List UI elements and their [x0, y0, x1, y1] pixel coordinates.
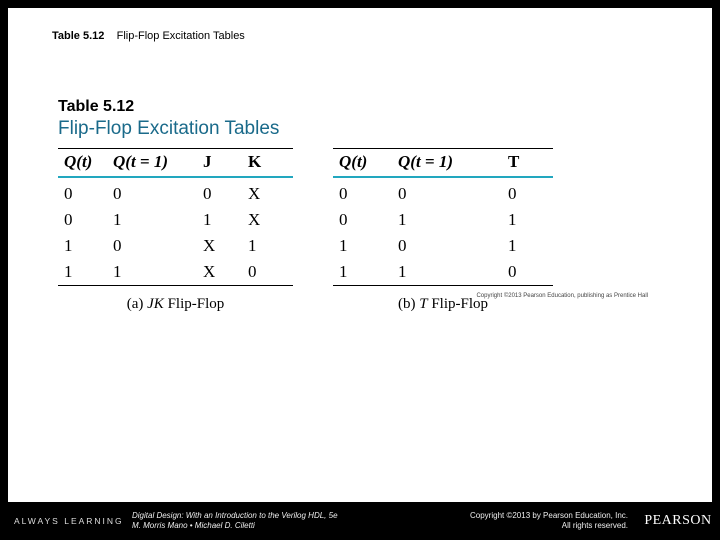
table-row: 0 0 0 X — [58, 177, 293, 207]
t-header-qt1: Q(t = 1) — [398, 149, 508, 178]
copyright-line1: Copyright ©2013 by Pearson Education, In… — [470, 511, 628, 521]
tables-row: Q(t) Q(t = 1) J K 0 0 0 X — [58, 148, 668, 313]
figure-copyright: Copyright ©2013 Pearson Education, publi… — [476, 293, 648, 299]
figure-area: Table 5.12 Flip-Flop Excitation Tables Q… — [58, 98, 668, 313]
table-title: Flip-Flop Excitation Tables — [117, 30, 245, 42]
pearson-logo-text: PEARSON — [644, 513, 711, 529]
jk-table: Q(t) Q(t = 1) J K 0 0 0 X — [58, 148, 293, 286]
t-table-wrap: Q(t) Q(t = 1) T 0 0 0 0 1 — [333, 148, 553, 313]
jk-subcaption: (a) JK Flip-Flop — [58, 296, 293, 313]
figure-header: Table 5.12 Flip-Flop Excitation Tables — [58, 98, 668, 140]
figure-number: Table 5.12 — [58, 98, 668, 116]
t-table: Q(t) Q(t = 1) T 0 0 0 0 1 — [333, 148, 553, 286]
copyright-block: Copyright ©2013 by Pearson Education, In… — [470, 511, 636, 531]
table-row: 0 1 1 — [333, 207, 553, 233]
copyright-line2: All rights reserved. — [470, 521, 628, 531]
book-title: Digital Design: With an Introduction to … — [132, 511, 470, 521]
table-row: 1 0 1 — [333, 233, 553, 259]
t-header-qt: Q(t) — [333, 149, 398, 178]
table-row: 0 1 1 X — [58, 207, 293, 233]
table-row: 1 1 0 — [333, 259, 553, 286]
table-row: 1 1 X 0 — [58, 259, 293, 286]
table-caption: Table 5.12 Flip-Flop Excitation Tables — [52, 30, 245, 42]
jk-header-k: K — [248, 149, 293, 178]
jk-header-qt1: Q(t = 1) — [113, 149, 203, 178]
jk-header-qt: Q(t) — [58, 149, 113, 178]
book-info: Digital Design: With an Introduction to … — [132, 511, 470, 531]
pearson-logo: PEARSON — [636, 513, 720, 529]
jk-header-j: J — [203, 149, 248, 178]
figure-title: Flip-Flop Excitation Tables — [58, 118, 668, 140]
jk-table-wrap: Q(t) Q(t = 1) J K 0 0 0 X — [58, 148, 293, 313]
book-authors: M. Morris Mano • Michael D. Ciletti — [132, 521, 470, 531]
table-number: Table 5.12 — [52, 30, 104, 42]
table-row: 0 0 0 — [333, 177, 553, 207]
t-header-t: T — [508, 149, 553, 178]
table-row: 1 0 X 1 — [58, 233, 293, 259]
brand-text: ALWAYS LEARNING — [0, 516, 132, 526]
slide-body: Table 5.12 Flip-Flop Excitation Tables T… — [8, 8, 712, 502]
footer-bar: ALWAYS LEARNING Digital Design: With an … — [0, 502, 720, 540]
